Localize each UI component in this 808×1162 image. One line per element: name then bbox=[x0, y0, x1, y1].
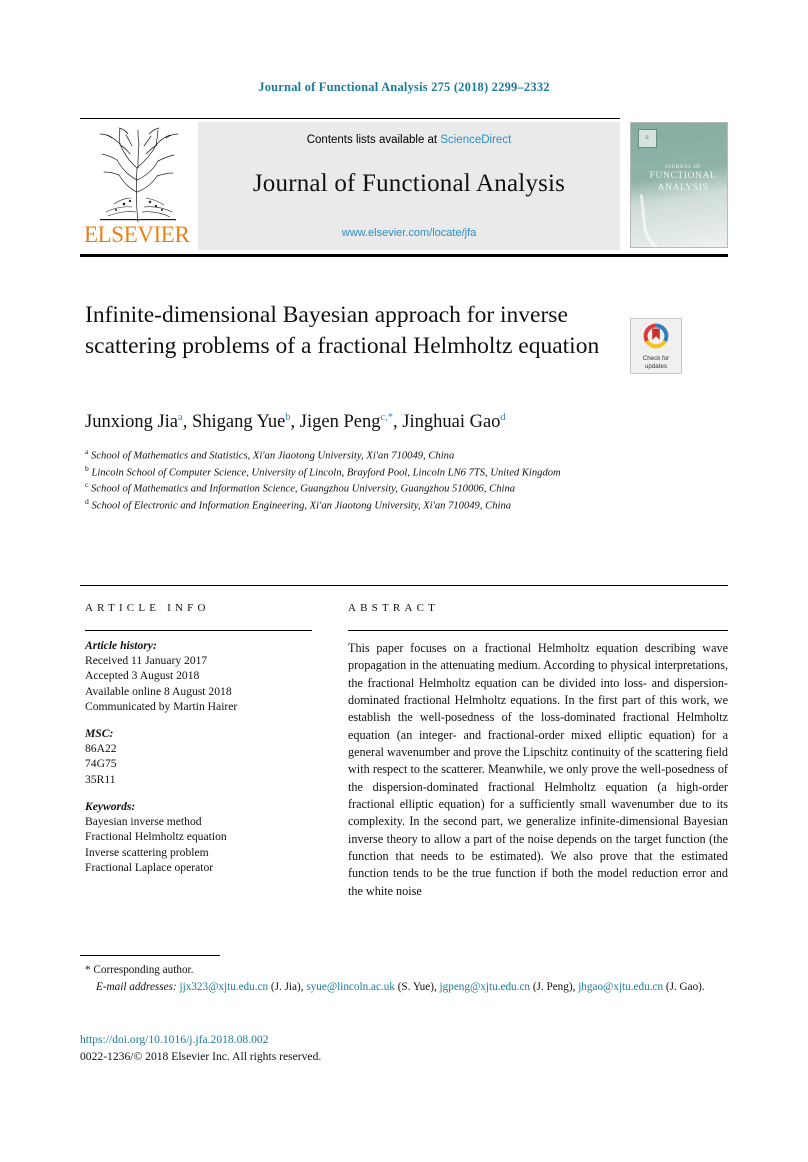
affiliation-list: a School of Mathematics and Statistics, … bbox=[85, 447, 685, 513]
article-info-rule bbox=[85, 630, 312, 631]
page-title: Infinite-dimensional Bayesian approach f… bbox=[85, 302, 600, 360]
doi-copyright-block: https://doi.org/10.1016/j.jfa.2018.08.00… bbox=[80, 1032, 730, 1066]
running-head: Journal of Functional Analysis 275 (2018… bbox=[258, 80, 550, 94]
article-history-label: Article history: bbox=[85, 639, 157, 652]
journal-homepage-link[interactable]: www.elsevier.com/locate/jfa bbox=[198, 227, 620, 239]
footnote-divider bbox=[80, 955, 220, 956]
email-owner: (J. Peng) bbox=[532, 981, 573, 994]
title-block: Infinite-dimensional Bayesian approach f… bbox=[85, 300, 605, 363]
email-owner: (S. Yue) bbox=[397, 981, 434, 994]
contents-available-line: Contents lists available at ScienceDirec… bbox=[198, 134, 620, 146]
affiliation-marker: d bbox=[85, 496, 89, 506]
crossmark-badge[interactable]: Check for updates bbox=[630, 318, 682, 374]
cover-title-line2: FUNCTIONAL bbox=[649, 171, 717, 182]
email-link[interactable]: syue@lincoln.ac.uk bbox=[306, 981, 395, 993]
section-divider-rule bbox=[80, 585, 728, 586]
affiliation-item: c School of Mathematics and Information … bbox=[85, 480, 685, 497]
cover-swoosh-graphic bbox=[639, 189, 694, 247]
elsevier-tree-icon bbox=[99, 127, 179, 223]
sciencedirect-link[interactable]: ScienceDirect bbox=[440, 134, 511, 146]
corresponding-text: Corresponding author. bbox=[93, 964, 194, 976]
journal-title: Journal of Functional Analysis bbox=[252, 170, 566, 197]
keyword-item: Bayesian inverse method bbox=[85, 815, 202, 829]
crossmark-label: Check for updates bbox=[631, 355, 681, 370]
affiliation-item: b Lincoln School of Computer Science, Un… bbox=[85, 464, 685, 481]
elsevier-logo: ELSEVIER bbox=[80, 122, 198, 250]
email-addresses-note: E-mail addresses: jjx323@xjtu.edu.cn (J.… bbox=[96, 981, 705, 994]
email-link[interactable]: jgpeng@xjtu.edu.cn bbox=[440, 981, 530, 993]
abstract-rule bbox=[348, 630, 728, 631]
abstract-text: This paper focuses on a fractional Helmh… bbox=[348, 641, 728, 898]
abstract-heading: ABSTRACT bbox=[348, 602, 440, 614]
journal-cover-thumbnail: E JOURNAL OF FUNCTIONAL ANALYSIS bbox=[630, 122, 728, 248]
keyword-item: Inverse scattering problem bbox=[85, 845, 209, 859]
msc-code: 86A22 bbox=[85, 742, 117, 756]
article-info-column: ARTICLE INFO Article history: Received 1… bbox=[85, 602, 320, 875]
corresponding-marker: * bbox=[85, 964, 91, 976]
keywords-label: Keywords: bbox=[85, 800, 136, 814]
crossmark-icon bbox=[643, 323, 669, 349]
abstract-column: ABSTRACT This paper focuses on a fractio… bbox=[348, 602, 728, 900]
doi-link[interactable]: https://doi.org/10.1016/j.jfa.2018.08.00… bbox=[80, 1032, 730, 1049]
crossmark-line2: updates bbox=[644, 362, 668, 370]
elsevier-wordmark: ELSEVIER bbox=[84, 222, 190, 247]
email-link[interactable]: jjx323@xjtu.edu.cn bbox=[179, 981, 268, 993]
email-link[interactable]: jhgao@xjtu.edu.cn bbox=[578, 981, 663, 993]
contents-prefix: Contents lists available at bbox=[306, 134, 441, 146]
masthead-bottom-rule bbox=[80, 254, 728, 257]
masthead-inner: ELSEVIER Contents lists available at Sci… bbox=[80, 122, 620, 250]
keyword-item: Fractional Laplace operator bbox=[85, 860, 214, 874]
affiliation-item: a School of Mathematics and Statistics, … bbox=[85, 447, 685, 464]
footnotes: * Corresponding author. E-mail addresses… bbox=[80, 962, 730, 995]
article-info-heading: ARTICLE INFO bbox=[85, 602, 210, 614]
article-history-item: Received 11 January 2017 bbox=[85, 654, 208, 667]
article-first-page: Journal of Functional Analysis 275 (2018… bbox=[0, 0, 808, 1162]
email-owner: (J. Jia) bbox=[270, 981, 301, 994]
affiliation-marker: a bbox=[85, 447, 89, 456]
author-list: Junxiong Jiaa, Shigang Yueb, Jigen Pengc… bbox=[85, 412, 705, 433]
masthead-top-rule bbox=[80, 118, 620, 119]
article-history-item: Available online 8 August 2018 bbox=[85, 684, 232, 698]
article-history-item: Communicated by Martin Hairer bbox=[85, 699, 238, 713]
authors-text: Junxiong Jiaa, Shigang Yueb, Jigen Pengc… bbox=[85, 412, 506, 433]
cover-publisher-badge: E bbox=[638, 129, 657, 148]
msc-code: 35R11 bbox=[85, 772, 116, 786]
masthead-center-panel: Contents lists available at ScienceDirec… bbox=[198, 122, 620, 250]
email-addresses-label: E-mail addresses: bbox=[96, 981, 177, 994]
affiliation-text: School of Mathematics and Information Sc… bbox=[91, 483, 516, 495]
affiliation-text: School of Mathematics and Statistics, Xi… bbox=[91, 450, 455, 462]
article-history-item: Accepted 3 August 2018 bbox=[85, 669, 200, 683]
copyright-line: 0022-1236/© 2018 Elsevier Inc. All right… bbox=[80, 1049, 322, 1063]
affiliation-marker: c bbox=[85, 480, 89, 490]
email-owner: (J. Gao) bbox=[665, 981, 702, 994]
keyword-item: Fractional Helmholtz equation bbox=[85, 830, 227, 844]
affiliation-item: d School of Electronic and Information E… bbox=[85, 497, 685, 514]
affiliation-text: Lincoln School of Computer Science, Univ… bbox=[91, 467, 561, 479]
affiliation-text: School of Electronic and Information Eng… bbox=[91, 500, 512, 512]
corresponding-author-note: * Corresponding author. bbox=[85, 962, 730, 978]
msc-code: 74G75 bbox=[85, 757, 117, 771]
msc-label: MSC: bbox=[85, 727, 114, 741]
crossmark-line1: Check for bbox=[642, 355, 670, 362]
affiliation-marker: b bbox=[85, 463, 89, 473]
journal-masthead: ELSEVIER Contents lists available at Sci… bbox=[80, 118, 728, 258]
